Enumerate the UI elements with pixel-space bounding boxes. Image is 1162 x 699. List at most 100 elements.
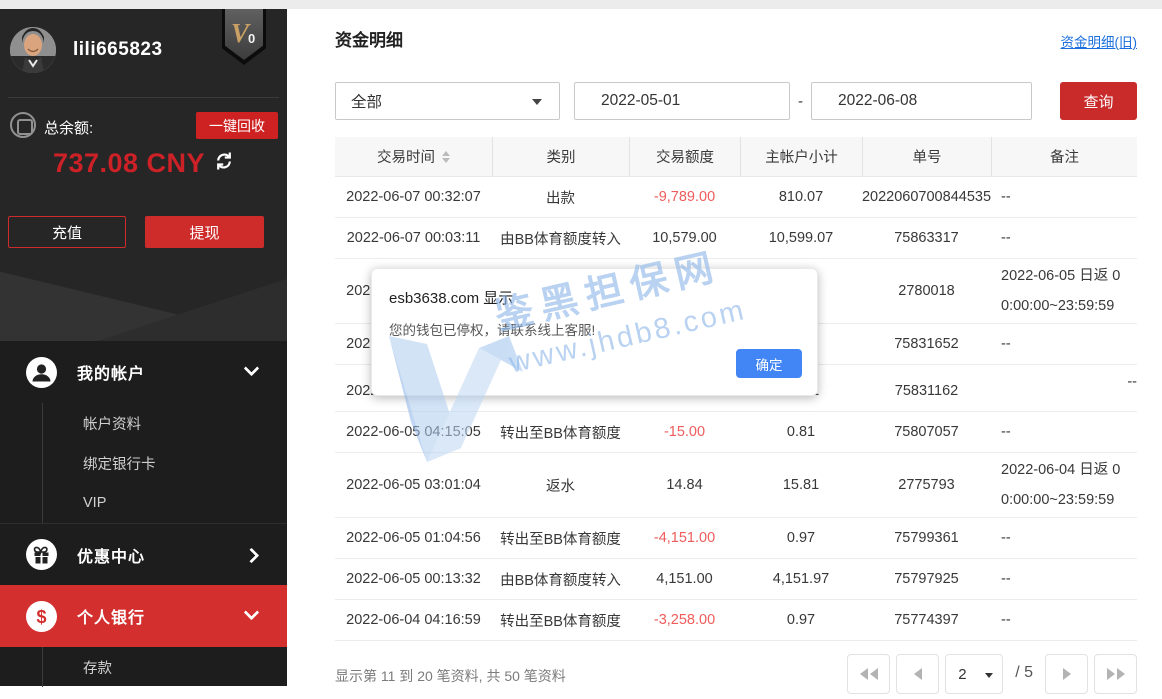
submenu-item-bind-bank-card[interactable]: 绑定银行卡 xyxy=(0,443,287,483)
header-order-no: 单号 xyxy=(862,137,991,176)
remark-line: 2022-06-05 日返 0 xyxy=(1001,261,1120,291)
menu-item-my-account[interactable]: 我的帐户 xyxy=(0,341,287,403)
menu-item-personal-bank[interactable]: $ 个人银行 xyxy=(0,585,287,647)
search-button[interactable]: 查询 xyxy=(1060,82,1137,120)
cell-type: 由BB体育额度转入 xyxy=(492,218,629,258)
submenu-item-vip[interactable]: VIP xyxy=(0,483,287,523)
page-summary: 显示第 11 到 20 笔资料, 共 50 笔资料 xyxy=(335,666,566,686)
old-version-link[interactable]: 资金明细(旧) xyxy=(1061,31,1138,51)
cell-type: 出款 xyxy=(492,177,629,217)
svg-text:$: $ xyxy=(36,607,46,627)
sidebar-menu: 我的帐户 帐户资料 绑定银行卡 VIP 优惠中心 xyxy=(0,341,287,686)
cell-time: 2022-06-05 04:15:05 xyxy=(335,412,492,452)
withdraw-button[interactable]: 提现 xyxy=(145,216,264,248)
cell-type: 由BB体育额度转入 xyxy=(492,559,629,599)
cell-amount: 14.84 xyxy=(629,453,740,517)
page-title: 资金明细 xyxy=(335,26,403,51)
page-select[interactable]: 2 xyxy=(945,654,1003,694)
cell-balance: 10,599.07 xyxy=(740,218,862,258)
cell-order-no: 75863317 xyxy=(862,218,991,258)
my-account-submenu: 帐户资料 绑定银行卡 VIP xyxy=(0,403,287,523)
user-icon xyxy=(26,357,57,388)
cell-balance: 15.81 xyxy=(740,453,862,517)
type-select[interactable]: 全部 xyxy=(335,82,560,120)
cell-order-no: 2780018 xyxy=(862,259,991,323)
table-row: 2022-06-05 04:15:05转出至BB体育额度-15.000.8175… xyxy=(335,412,1137,453)
menu-label: 我的帐户 xyxy=(77,360,145,384)
dollar-icon: $ xyxy=(26,601,57,632)
next-page-button[interactable] xyxy=(1045,654,1088,694)
gift-icon xyxy=(26,539,57,570)
deposit-button[interactable]: 充值 xyxy=(8,216,126,248)
table-row: 2022-06-05 03:01:04返水14.8415.81277579320… xyxy=(335,453,1137,518)
table-header: 交易时间 类别 交易额度 主帐户小计 单号 备注 xyxy=(335,137,1137,177)
cell-balance: 0.81 xyxy=(740,412,862,452)
dialog-ok-button[interactable]: 确定 xyxy=(736,349,802,378)
cell-balance: 0.97 xyxy=(740,518,862,558)
pagination: 显示第 11 到 20 笔资料, 共 50 笔资料 2 / 5 xyxy=(335,654,1137,699)
cell-order-no: 2022060700844535 xyxy=(862,177,991,217)
cell-order-no: 2775793 xyxy=(862,453,991,517)
header-time: 交易时间 xyxy=(335,137,492,176)
filter-bar: 全部 - 查询 xyxy=(335,82,1137,120)
vip-level-letter: V xyxy=(231,18,249,49)
vip-level-number: 0 xyxy=(248,31,255,46)
one-click-recover-button[interactable]: 一键回收 xyxy=(196,112,278,139)
cell-remark: -- xyxy=(991,177,1137,217)
sort-icon[interactable] xyxy=(442,151,450,163)
avatar-image xyxy=(10,27,56,73)
cell-order-no: 75799361 xyxy=(862,518,991,558)
last-page-button[interactable] xyxy=(1094,654,1137,694)
cell-amount: -3,258.00 xyxy=(629,600,740,640)
table-row: 2022-06-07 00:32:07出款-9,789.00810.072022… xyxy=(335,177,1137,218)
table-row: 2022-06-05 00:13:32由BB体育额度转入4,151.004,15… xyxy=(335,559,1137,600)
cell-remark: -- xyxy=(991,600,1137,640)
balance-row: 737.08 CNY xyxy=(0,148,287,179)
menu-label: 个人银行 xyxy=(77,604,145,628)
dialog-title: esb3638.com 显示 xyxy=(389,287,513,308)
cell-remark: -- xyxy=(991,218,1137,258)
page-select-value: 2 xyxy=(958,666,966,683)
prev-page-button[interactable] xyxy=(896,654,939,694)
cell-type: 转出至BB体育额度 xyxy=(492,412,629,452)
username: lili665823 xyxy=(73,39,163,61)
cell-order-no: 75831162 xyxy=(862,365,991,411)
vip-badge: V 0 xyxy=(222,9,266,65)
refresh-icon[interactable] xyxy=(214,151,234,176)
date-separator: - xyxy=(798,93,803,110)
date-to-input[interactable] xyxy=(811,82,1032,120)
type-select-value: 全部 xyxy=(351,90,382,112)
table-row: 2022-06-07 00:03:11由BB体育额度转入10,579.0010,… xyxy=(335,218,1137,259)
caret-down-icon xyxy=(532,99,542,105)
cell-time: 2022-06-05 00:13:32 xyxy=(335,559,492,599)
divider xyxy=(8,97,279,98)
caret-down-icon xyxy=(985,673,993,678)
cell-amount: 10,579.00 xyxy=(629,218,740,258)
date-from-input[interactable] xyxy=(574,82,790,120)
table-row: 2022-06-04 04:16:59转出至BB体育额度-3,258.000.9… xyxy=(335,600,1137,641)
cell-remark: -- xyxy=(991,365,1137,411)
submenu-item-deposit[interactable]: 存款 xyxy=(0,647,287,687)
cell-amount: -4,151.00 xyxy=(629,518,740,558)
first-page-button[interactable] xyxy=(847,654,890,694)
avatar[interactable] xyxy=(10,27,56,73)
sidebar: lili665823 V 0 总余额: 一键回收 737.08 CNY 充值 提… xyxy=(0,0,287,686)
top-strip xyxy=(0,0,1162,9)
menu-item-promotions[interactable]: 优惠中心 xyxy=(0,523,287,585)
submenu-item-account-info[interactable]: 帐户资料 xyxy=(0,403,287,443)
alert-dialog: esb3638.com 显示 您的钱包已停权，请联系线上客服! 确定 xyxy=(371,268,818,396)
dialog-message: 您的钱包已停权，请联系线上客服! xyxy=(389,319,595,339)
cell-type: 转出至BB体育额度 xyxy=(492,518,629,558)
cell-amount: -15.00 xyxy=(629,412,740,452)
menu-label: 优惠中心 xyxy=(77,543,145,567)
cell-remark: -- xyxy=(991,559,1137,599)
cell-time: 2022-06-07 00:32:07 xyxy=(335,177,492,217)
cell-remark: 2022-06-05 日返 00:00:00~23:59:59 xyxy=(991,259,1137,323)
cell-order-no: 75774397 xyxy=(862,600,991,640)
header-amount: 交易额度 xyxy=(629,137,740,176)
table-body: 2022-06-07 00:32:07出款-9,789.00810.072022… xyxy=(335,177,1137,641)
cell-time: 2022-06-05 01:04:56 xyxy=(335,518,492,558)
cell-order-no: 75797925 xyxy=(862,559,991,599)
remark-line: 2022-06-04 日返 0 xyxy=(1001,455,1120,485)
header-balance: 主帐户小计 xyxy=(740,137,862,176)
